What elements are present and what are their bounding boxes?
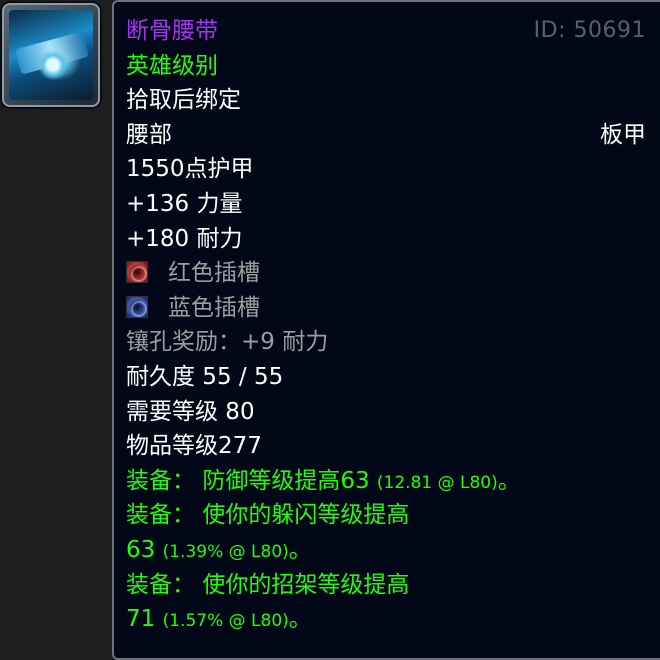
equip-prefix: 装备： [126,502,195,529]
socket-bonus: 镶孔奖励：+9 耐力 [126,329,329,356]
item-level: 物品等级277 [126,433,262,460]
equip-text: 防御等级提高63 [202,467,370,494]
equip-dodge-value-row: 63 (1.39% @ L80)。 [126,533,660,568]
item-icon-frame [2,3,100,107]
red-socket-icon [126,261,148,284]
item-id: ID: 50691 [533,18,646,43]
equip-text: 使你的躲闪等级提高 [202,502,410,529]
equip-text: 使你的招架等级提高 [202,571,410,598]
equip-detail: (12.81 @ L80) [376,472,498,493]
item-armor: 1550点护甲 [126,156,254,183]
blue-socket-icon [126,295,148,318]
item-title-row: 断骨腰带 ID: 50691 [126,14,660,49]
equip-prefix: 装备： [126,467,195,494]
item-name: 断骨腰带 [126,18,218,44]
equip-detail: (1.39% @ L80) [162,541,289,562]
item-tooltip: 断骨腰带 ID: 50691 英雄级别 拾取后绑定 腰部 板甲 1550点护甲 … [112,0,660,660]
socket-red-row: 红色插槽 [126,256,660,291]
durability: 耐久度 55 / 55 [126,363,284,390]
item-armor-type: 板甲 [600,121,646,148]
equip-prefix: 装备： [126,571,195,598]
equip-parry-value-row: 71 (1.57% @ L80)。 [126,602,660,637]
equip-suffix: 。 [288,606,312,633]
stat-strength: +136 力量 [126,190,243,217]
item-slot: 腰部 [126,121,172,148]
socket-red-label: 红色插槽 [168,260,260,287]
item-slot-row: 腰部 板甲 [126,118,660,153]
equip-value: 71 [126,606,156,633]
equip-detail: (1.57% @ L80) [162,611,289,632]
item-quality: 英雄级别 [126,52,218,79]
equip-dodge: 装备： 使你的躲闪等级提高 [126,498,660,533]
equip-suffix: 。 [288,536,312,563]
required-level: 需要等级 80 [126,398,255,425]
stat-stamina: +180 耐力 [126,225,243,252]
equip-defense: 装备： 防御等级提高63 (12.81 @ L80)。 [126,464,660,499]
socket-blue-label: 蓝色插槽 [168,294,260,321]
socket-blue-row: 蓝色插槽 [126,291,660,326]
equip-suffix: 。 [497,467,521,494]
equip-parry: 装备： 使你的招架等级提高 [126,568,660,603]
item-binding: 拾取后绑定 [126,87,241,114]
equip-value: 63 [126,536,156,563]
plate-belt-icon [9,10,93,100]
